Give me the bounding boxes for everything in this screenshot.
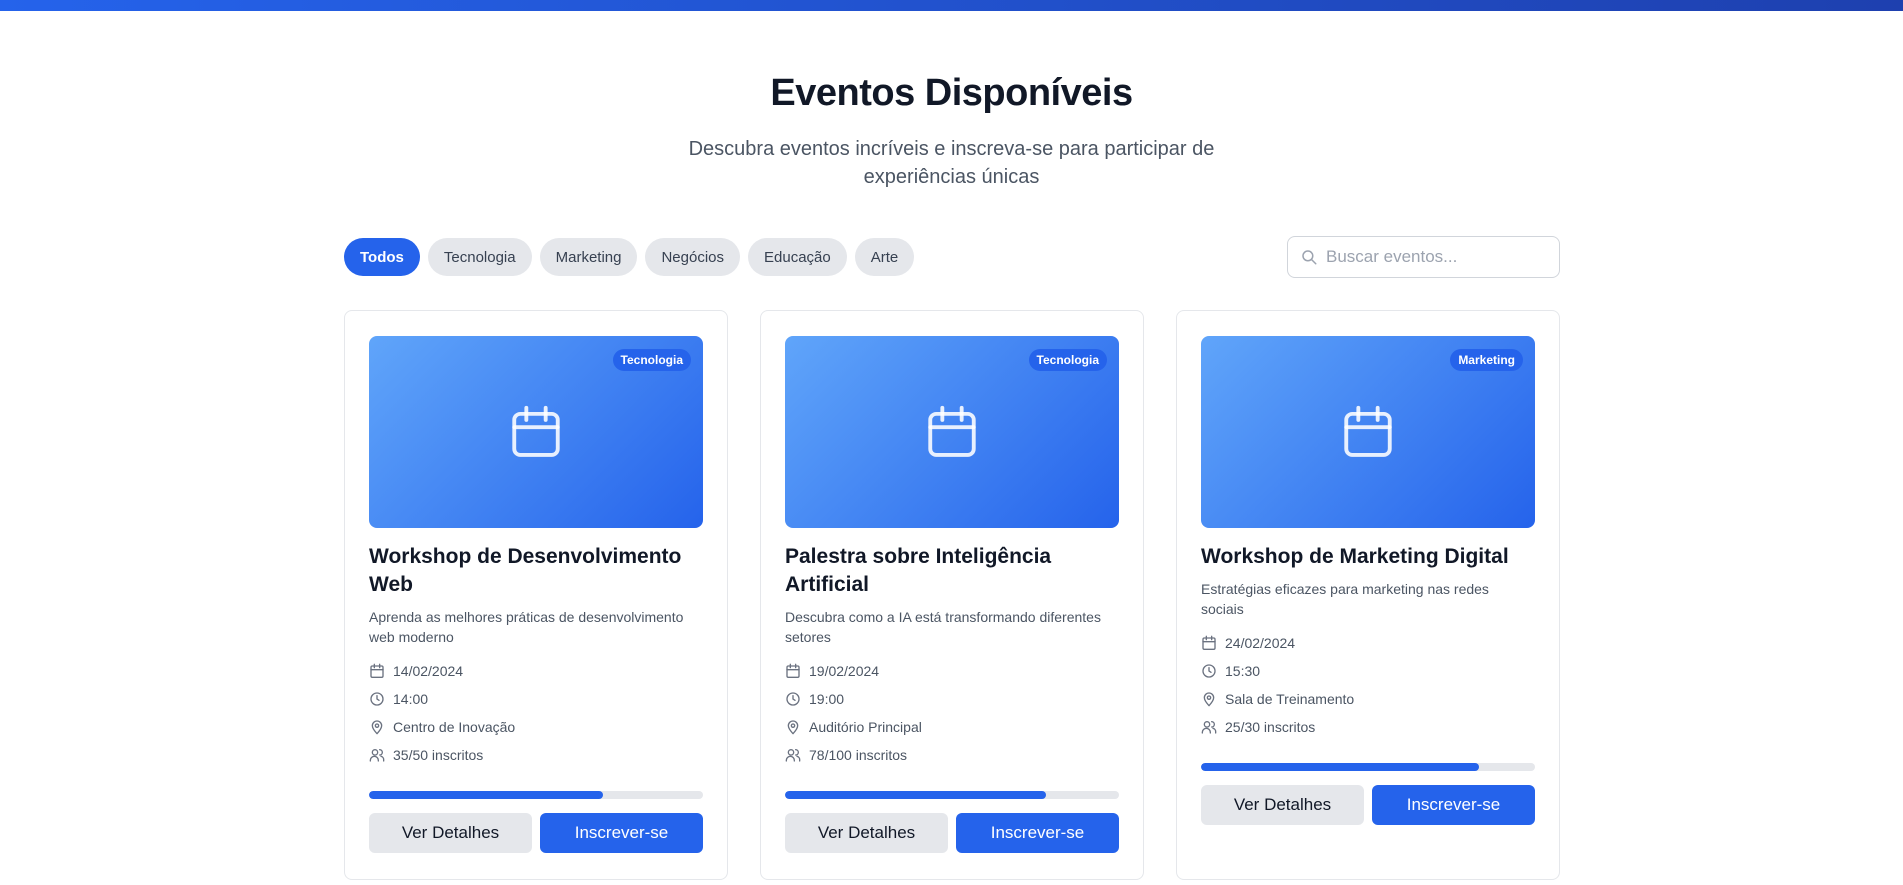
filter-tecnologia[interactable]: Tecnologia xyxy=(427,238,532,276)
event-enrolled-text: 25/30 inscritos xyxy=(1225,719,1316,735)
subscribe-button[interactable]: Inscrever-se xyxy=(956,813,1119,853)
details-button[interactable]: Ver Detalhes xyxy=(369,813,532,853)
event-time: 15:30 xyxy=(1201,657,1535,685)
event-description: Descubra como a IA está transformando di… xyxy=(785,609,1101,645)
clock-icon xyxy=(370,692,384,706)
event-enrolled: 25/30 inscritos xyxy=(1201,713,1535,741)
page-header: Eventos Disponíveis Descubra eventos inc… xyxy=(0,72,1903,191)
filter-arte[interactable]: Arte xyxy=(854,238,915,276)
calendar-small-icon xyxy=(370,663,384,678)
calendar-small-icon xyxy=(1202,635,1216,650)
page-title: Eventos Disponíveis xyxy=(770,72,1133,114)
clock-icon xyxy=(786,692,800,706)
event-date-text: 24/02/2024 xyxy=(1225,635,1296,651)
event-location-text: Centro de Inovação xyxy=(393,719,516,735)
event-date: 24/02/2024 xyxy=(1201,629,1535,657)
event-card: Marketing Workshop de Marketing Digital … xyxy=(1176,310,1560,880)
event-card: Tecnologia Workshop de Desenvolvimento W… xyxy=(344,310,728,880)
map-pin-icon xyxy=(371,720,383,735)
users-icon xyxy=(1201,721,1217,734)
event-title: Workshop de Marketing Digital xyxy=(1201,545,1509,568)
event-time: 14:00 xyxy=(369,685,703,713)
subscribe-button[interactable]: Inscrever-se xyxy=(540,813,703,853)
capacity-progress-bar xyxy=(785,791,1119,799)
search-input[interactable] xyxy=(1326,247,1546,267)
top-accent-bar xyxy=(0,0,1903,11)
event-image: Marketing xyxy=(1201,336,1535,528)
event-card: Tecnologia Palestra sobre Inteligência A… xyxy=(760,310,1144,880)
calendar-icon xyxy=(512,405,560,457)
event-time-text: 15:30 xyxy=(1225,663,1261,679)
event-enrolled-text: 35/50 inscritos xyxy=(393,747,484,763)
map-pin-icon xyxy=(1203,692,1215,707)
filter-todos[interactable]: Todos xyxy=(344,238,420,276)
subscribe-button[interactable]: Inscrever-se xyxy=(1372,785,1535,825)
event-location: Centro de Inovação xyxy=(369,713,703,741)
event-date-text: 14/02/2024 xyxy=(393,663,464,679)
event-description: Aprenda as melhores práticas de desenvol… xyxy=(369,609,684,645)
capacity-progress-fill xyxy=(369,791,603,799)
search-box xyxy=(1287,236,1560,278)
calendar-icon xyxy=(1344,405,1392,457)
capacity-progress-bar xyxy=(1201,763,1535,771)
event-enrolled-text: 78/100 inscritos xyxy=(809,747,908,763)
category-filters: Todos Tecnologia Marketing Negócios Educ… xyxy=(344,238,915,276)
event-enrolled: 78/100 inscritos xyxy=(785,741,1119,769)
users-icon xyxy=(785,749,801,762)
event-time-text: 19:00 xyxy=(809,691,845,707)
event-location: Auditório Principal xyxy=(785,713,1119,741)
event-description: Estratégias eficazes para marketing nas … xyxy=(1201,581,1489,617)
filter-marketing[interactable]: Marketing xyxy=(539,238,638,276)
event-location-text: Auditório Principal xyxy=(809,719,922,735)
event-location: Sala de Treinamento xyxy=(1201,685,1535,713)
event-image: Tecnologia xyxy=(369,336,703,528)
capacity-progress-fill xyxy=(785,791,1046,799)
event-date: 14/02/2024 xyxy=(369,657,703,685)
map-pin-icon xyxy=(787,720,799,735)
capacity-progress-bar xyxy=(369,791,703,799)
calendar-icon xyxy=(928,405,976,457)
event-title: Palestra sobre Inteligência Artificial xyxy=(785,545,1052,596)
event-time-text: 14:00 xyxy=(393,691,429,707)
category-badge: Tecnologia xyxy=(612,349,691,371)
users-icon xyxy=(369,749,385,762)
event-time: 19:00 xyxy=(785,685,1119,713)
event-date: 19/02/2024 xyxy=(785,657,1119,685)
details-button[interactable]: Ver Detalhes xyxy=(1201,785,1364,825)
calendar-small-icon xyxy=(786,663,800,678)
event-location-text: Sala de Treinamento xyxy=(1225,691,1355,707)
category-badge: Marketing xyxy=(1450,349,1523,371)
event-image: Tecnologia xyxy=(785,336,1119,528)
filter-negocios[interactable]: Negócios xyxy=(645,238,741,276)
clock-icon xyxy=(1202,664,1216,678)
event-title: Workshop de Desenvolvimento Web xyxy=(369,545,682,596)
page-subtitle: Descubra eventos incríveis e inscreva-se… xyxy=(688,138,1215,188)
event-date-text: 19/02/2024 xyxy=(809,663,880,679)
filter-educacao[interactable]: Educação xyxy=(748,238,847,276)
details-button[interactable]: Ver Detalhes xyxy=(785,813,948,853)
event-enrolled: 35/50 inscritos xyxy=(369,741,703,769)
capacity-progress-fill xyxy=(1201,763,1480,771)
search-icon xyxy=(1302,250,1317,265)
category-badge: Tecnologia xyxy=(1028,349,1107,371)
